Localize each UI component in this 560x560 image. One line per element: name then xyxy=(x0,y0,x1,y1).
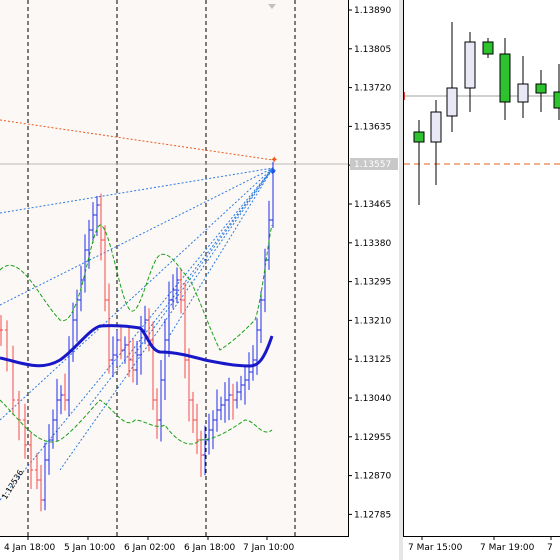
price-tick-label: 1.13890 xyxy=(354,6,391,16)
left-time-axis: 4 Jan 18:00 5 Jan 10:00 6 Jan 02:00 6 Jan 1… xyxy=(4,536,295,553)
price-tick-label: 1.13040 xyxy=(354,394,391,404)
price-tick-label: 1.12785 xyxy=(354,510,391,520)
trendline-orange[interactable] xyxy=(0,119,274,161)
right-time-axis: 7 Mar 15:00 7 Mar 19:00 7 xyxy=(408,536,553,553)
price-tick-label: 1.13465 xyxy=(354,200,391,210)
price-tick-label: 1.13720 xyxy=(354,84,391,94)
candle-body[interactable] xyxy=(446,87,458,117)
fan-line[interactable] xyxy=(59,167,274,471)
fan-line[interactable] xyxy=(0,167,274,214)
right-time-tick-label: 7 xyxy=(547,543,553,553)
time-tick-label: 7 Jan 10:00 xyxy=(243,543,295,553)
time-tick-label: 5 Jan 10:00 xyxy=(64,543,116,553)
right-time-tick-label: 7 Mar 15:00 xyxy=(408,543,463,553)
price-tick-label: 1.13210 xyxy=(354,316,391,326)
fib-level-label: 1.12536 xyxy=(0,468,25,501)
candle-body[interactable] xyxy=(430,111,442,143)
price-tick-label: 1.13380 xyxy=(354,239,391,249)
price-tick-label: 1.13635 xyxy=(354,122,391,132)
envelope-lower[interactable] xyxy=(0,399,273,445)
candle-body[interactable] xyxy=(499,53,511,103)
left-price-chart[interactable]: ✦◆1.12536 xyxy=(0,0,348,536)
time-tick-label: 4 Jan 18:00 xyxy=(4,543,56,553)
right-chart-plot-area[interactable] xyxy=(403,0,560,537)
right-candle-chart[interactable] xyxy=(403,0,560,536)
right-time-tick-label: 7 Mar 19:00 xyxy=(480,543,535,553)
candle-body[interactable] xyxy=(517,83,529,103)
fan-line[interactable] xyxy=(129,167,274,361)
chart-scroll-caret-icon[interactable] xyxy=(268,4,276,9)
candle-body[interactable] xyxy=(553,91,560,109)
trendline-anchor-marker[interactable]: ✦ xyxy=(270,155,278,166)
moving-average-line[interactable] xyxy=(0,324,274,368)
price-tick-label: 1.13805 xyxy=(354,45,391,55)
price-tick-label: 1.12955 xyxy=(354,433,391,443)
current-price-label: 1.13557 xyxy=(354,160,391,170)
candle-body[interactable] xyxy=(464,41,476,89)
candle-body[interactable] xyxy=(413,131,425,143)
price-tick-label: 1.12870 xyxy=(354,472,391,482)
fan-line[interactable] xyxy=(0,167,274,501)
left-price-axis: 1.138901.138051.137201.136351.135501.134… xyxy=(348,6,398,520)
time-tick-label: 6 Jan 02:00 xyxy=(124,543,176,553)
candle-body[interactable] xyxy=(535,83,547,94)
price-tick-label: 1.13125 xyxy=(354,355,391,365)
left-chart-window[interactable]: ✦ ◆ 1.12536 1.13890 1.13805 1.13720 1.13635 1.… xyxy=(0,0,400,560)
envelope-upper[interactable] xyxy=(0,224,273,351)
left-chart-plot-area[interactable]: ✦ ◆ 1.12536 xyxy=(0,0,349,537)
price-tick-label: 1.13295 xyxy=(354,278,391,288)
fan-line[interactable] xyxy=(0,167,274,306)
candle-body[interactable] xyxy=(482,41,494,55)
time-tick-label: 6 Jan 18:00 xyxy=(184,543,236,553)
